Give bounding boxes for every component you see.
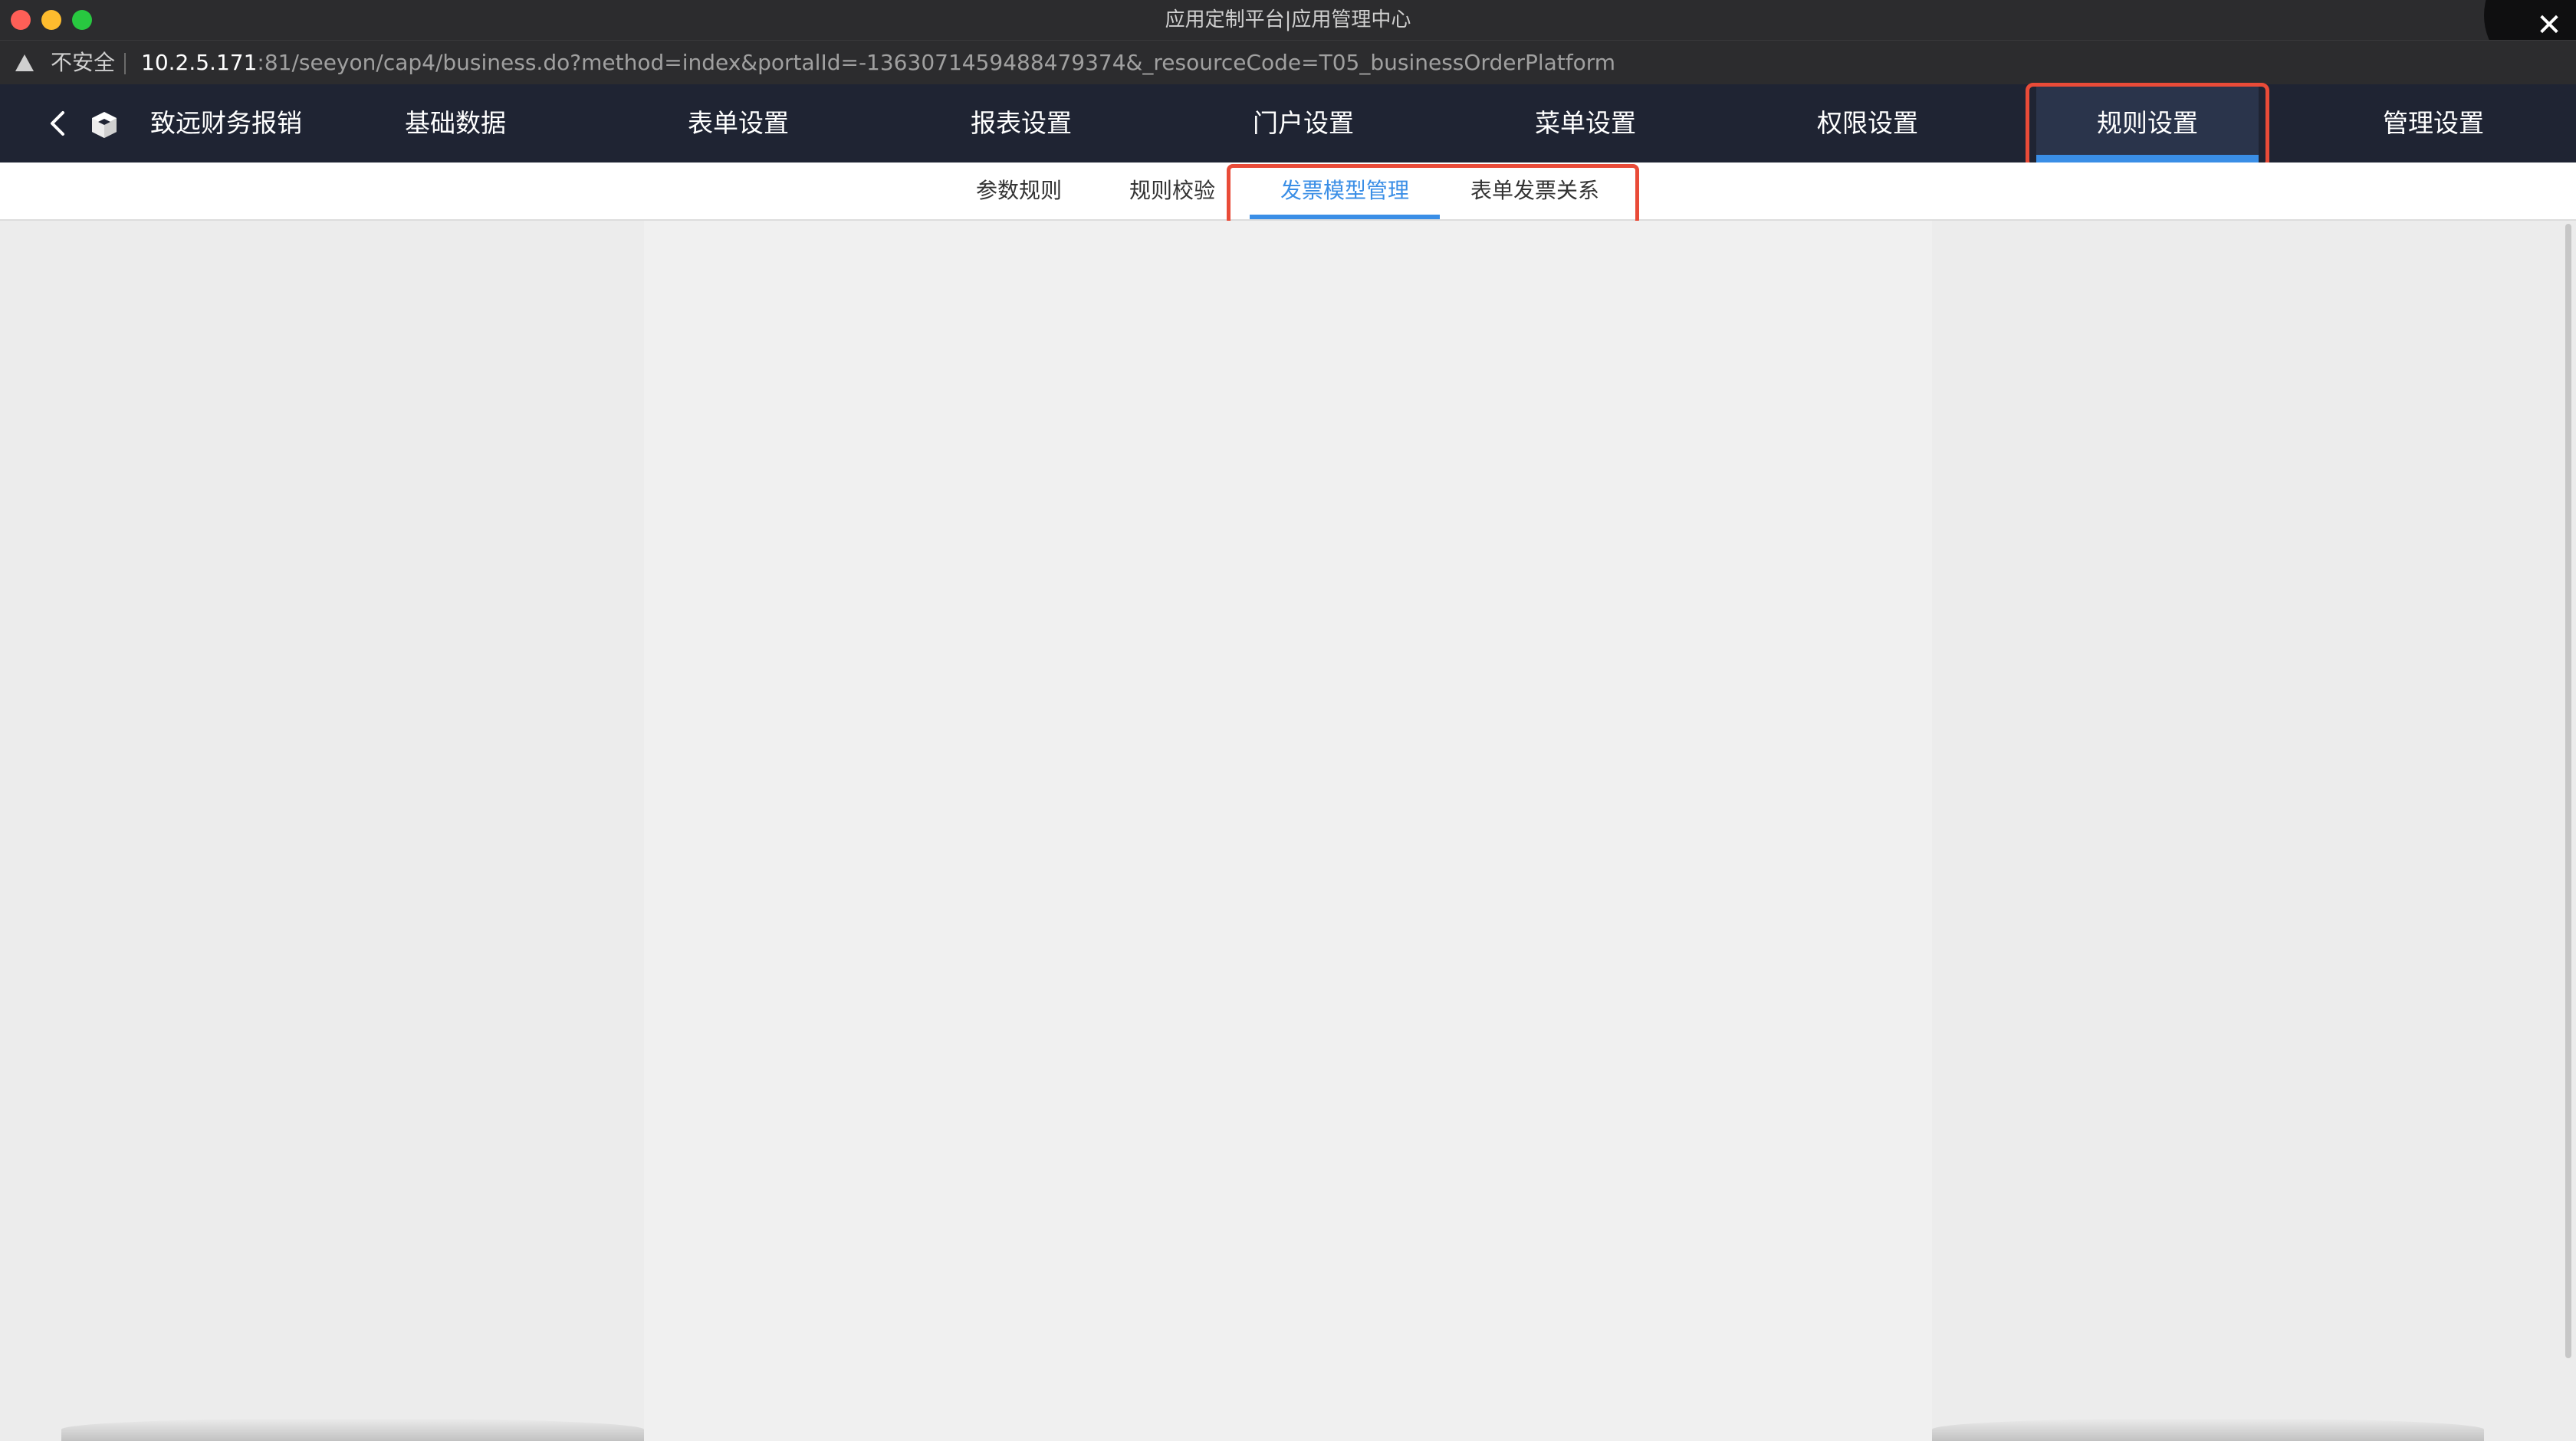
- vertical-scrollbar[interactable]: [2565, 224, 2571, 1358]
- tab-parameter-rules[interactable]: 参数规则: [968, 162, 1070, 219]
- window-title: 应用定制平台|应用管理中心: [1165, 8, 1411, 31]
- url-host: 10.2.5.171: [141, 50, 258, 75]
- address-bar[interactable]: 不安全 10.2.5.171:81/seeyon/cap4/business.d…: [0, 40, 2576, 85]
- nav-item-basic-data[interactable]: 基础数据: [340, 84, 570, 162]
- address-separator: [124, 53, 126, 74]
- tab-invoice-model-management[interactable]: 发票模型管理: [1250, 162, 1440, 219]
- url-text[interactable]: 10.2.5.171:81/seeyon/cap4/business.do?me…: [141, 41, 1615, 85]
- cube-icon: [92, 112, 117, 138]
- active-nav-underline: [2036, 155, 2259, 162]
- nav-item-rule-settings-label: 规则设置: [2097, 108, 2198, 138]
- partially-visible-link[interactable]: [1392, 1436, 1592, 1441]
- title-bar: 应用定制平台|应用管理中心 ✕: [0, 0, 2576, 77]
- app-name[interactable]: 致远财务报销: [150, 84, 302, 162]
- back-arrow-icon[interactable]: [46, 110, 71, 136]
- nav-item-report-settings[interactable]: 报表设置: [906, 84, 1136, 162]
- warning-icon: [15, 54, 34, 71]
- content-panel: [644, 221, 1932, 1441]
- nav-item-portal-settings[interactable]: 门户设置: [1188, 84, 1418, 162]
- security-label: 不安全: [51, 50, 116, 75]
- tab-invoice-model-management-label: 发票模型管理: [1280, 178, 1409, 203]
- app-nav-bar: 致远财务报销 基础数据 表单设置 报表设置 门户设置 菜单设置 权限设置 规则设…: [0, 84, 2576, 162]
- browser-window: 应用定制平台|应用管理中心 ✕ 不安全 10.2.5.171:81/seeyon…: [0, 0, 2576, 1441]
- nav-item-admin-settings[interactable]: 管理设置: [2318, 84, 2548, 162]
- tab-form-invoice-relation[interactable]: 表单发票关系: [1460, 162, 1610, 219]
- main-content: [0, 221, 2576, 1441]
- nav-item-rule-settings[interactable]: 规则设置: [2036, 84, 2259, 162]
- bottom-shadow-right: [1932, 1418, 2484, 1441]
- sub-tab-bar: 参数规则 规则校验 发票模型管理 表单发票关系: [0, 162, 2576, 221]
- bottom-shadow-left: [61, 1418, 644, 1441]
- nav-item-menu-settings[interactable]: 菜单设置: [1470, 84, 1700, 162]
- close-icon[interactable]: ✕: [2533, 9, 2565, 41]
- nav-item-form-settings[interactable]: 表单设置: [623, 84, 853, 162]
- active-tab-underline: [1250, 215, 1440, 219]
- url-path: :81/seeyon/cap4/business.do?method=index…: [257, 50, 1616, 75]
- tab-rule-validation[interactable]: 规则校验: [1121, 162, 1224, 219]
- nav-item-permission-settings[interactable]: 权限设置: [1753, 84, 1983, 162]
